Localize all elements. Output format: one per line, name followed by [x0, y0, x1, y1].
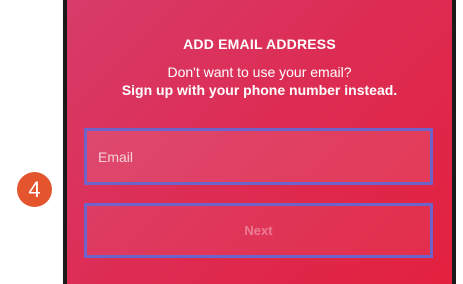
subtitle-block: Don't want to use your email? Sign up wi…: [67, 63, 452, 99]
next-button-label: Next: [244, 223, 273, 238]
step-number-badge: 4: [17, 172, 52, 207]
subtitle-text: Don't want to use your email?: [167, 64, 352, 80]
phone-signup-link[interactable]: Sign up with your phone number instead.: [67, 81, 452, 99]
next-button[interactable]: Next: [84, 203, 433, 258]
email-field-highlight[interactable]: [84, 128, 433, 185]
page-title: ADD EMAIL ADDRESS: [183, 36, 336, 52]
signup-screen: ADD EMAIL ADDRESS Don't want to use your…: [67, 0, 452, 284]
email-input[interactable]: [87, 131, 430, 182]
